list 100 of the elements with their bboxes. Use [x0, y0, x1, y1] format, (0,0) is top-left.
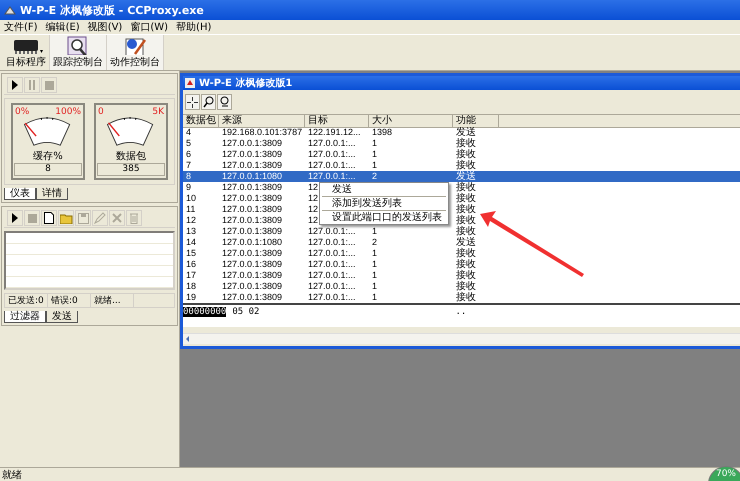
table-cell: 接收 [456, 292, 476, 303]
table-cell: 1 [372, 160, 378, 171]
crosshair-icon [187, 96, 198, 108]
window-title: W-P-E 冰枫修改版 - CCProxy.exe [20, 2, 204, 18]
table-cell: 17 [186, 270, 196, 281]
menu-item[interactable]: 帮助(H) [176, 20, 212, 34]
stop-icon [28, 214, 36, 222]
trash-icon [129, 212, 139, 224]
table-cell: 127.0.0.1:... [308, 226, 356, 237]
tool-button[interactable] [185, 94, 200, 110]
table-cell: 18 [186, 281, 196, 292]
gauge-min: 0 [98, 107, 104, 117]
table-cell: 1 [372, 281, 378, 292]
table-cell: 127.0.0.1:3809 [222, 204, 282, 215]
hex-offset: 00000000 [183, 307, 226, 317]
search-icon [219, 96, 230, 108]
tool-button[interactable] [7, 77, 23, 93]
table-cell: 接收 [456, 138, 476, 149]
table-cell: 1 [372, 292, 378, 303]
percentage-badge: 70% [708, 466, 740, 481]
tool-button[interactable] [217, 94, 232, 110]
app-icon [4, 5, 16, 15]
table-cell: 接收 [456, 226, 476, 237]
play-icon [11, 80, 19, 90]
table-cell: 127.0.0.1:1080 [222, 171, 282, 182]
tab[interactable]: 发送 [46, 311, 78, 323]
tool-button[interactable] [201, 94, 216, 110]
table-cell: 127.0.0.1:3809 [222, 259, 282, 270]
table-cell: 127.0.0.1:3809 [222, 248, 282, 259]
table-cell: 9 [186, 182, 192, 193]
tool-button[interactable] [41, 210, 57, 226]
child-window-title: W-P-E 冰枫修改版1 [199, 76, 292, 90]
table-cell: 接收 [456, 259, 476, 270]
table-cell: 2 [372, 171, 378, 182]
table-cell: 4 [186, 127, 192, 138]
table-cell: 接收 [456, 281, 476, 292]
table-cell: 6 [186, 149, 192, 160]
tab[interactable]: 仪表 [4, 188, 36, 200]
table-cell: 2 [372, 237, 378, 248]
page-icon [44, 212, 54, 224]
toolbar-button[interactable]: 动作控制台 [107, 35, 164, 70]
menu-item[interactable]: 发送 [320, 184, 448, 195]
table-cell: 1 [372, 259, 378, 270]
tab[interactable]: 过滤器 [4, 311, 46, 323]
column-header[interactable]: 目标 [305, 115, 369, 128]
table-cell: 15 [186, 248, 196, 259]
table-cell: 7 [186, 160, 192, 171]
table-cell: 接收 [456, 215, 476, 226]
menu-item[interactable]: 添加到发送列表 [320, 198, 448, 209]
horizontal-scrollbar[interactable] [183, 333, 740, 344]
table-cell: 接收 [456, 270, 476, 281]
toolbar-button[interactable]: 目标程序 [3, 35, 50, 70]
menu-item[interactable]: 设置此端口口的发送列表 [320, 212, 448, 223]
column-header[interactable]: 功能 [453, 115, 499, 128]
toolbar-button[interactable]: 跟踪控制台 [50, 35, 107, 70]
hex-bytes: 05 02 [232, 307, 260, 317]
gauge-value: 8 [14, 163, 82, 176]
table-cell: 5 [186, 138, 192, 149]
table-cell: 14 [186, 237, 196, 248]
menu-item[interactable]: 视图(V) [88, 20, 122, 34]
table-cell: 16 [186, 259, 196, 270]
column-header[interactable]: 数据包 [183, 115, 219, 128]
table-cell: 接收 [456, 160, 476, 171]
menu-item[interactable]: 文件(F) [4, 20, 38, 34]
table-cell: 发送 [456, 127, 476, 138]
gauge-label: 数据包 [116, 150, 146, 163]
menu-item[interactable]: 编辑(E) [46, 20, 80, 34]
table-cell: 接收 [456, 204, 476, 215]
table-cell: 1 [372, 138, 378, 149]
gear-pen-icon [123, 36, 147, 55]
table-cell: 1 [372, 149, 378, 160]
table-cell: 192.168.0.101:3787 [222, 127, 302, 138]
table-cell: 接收 [456, 149, 476, 160]
pause-icon [28, 80, 36, 90]
table-cell: 127.0.0.1:... [308, 171, 356, 182]
table-cell: 12 [308, 193, 318, 204]
tab[interactable]: 详情 [36, 188, 68, 200]
column-header[interactable]: 大小 [369, 115, 453, 128]
table-cell: 13 [186, 226, 196, 237]
table-cell: 19 [186, 292, 196, 303]
table-cell: 127.0.0.1:3809 [222, 193, 282, 204]
table-cell: 127.0.0.1:3809 [222, 138, 282, 149]
table-cell: 127.0.0.1:3809 [222, 160, 282, 171]
table-cell: 127.0.0.1:... [308, 259, 356, 270]
stop-icon [44, 80, 54, 90]
tool-button[interactable] [7, 210, 23, 226]
status-text: 已发送:0 [5, 294, 48, 307]
selected-row[interactable]: 8 127.0.0.1:1080 127.0.0.1:... 2 发送 [183, 171, 740, 182]
table-cell: 1398 [372, 127, 392, 138]
table-cell: 127.0.0.1:... [308, 138, 356, 149]
app-icon [185, 78, 195, 88]
table-cell: 8 [186, 171, 192, 182]
table-cell: 122.191.12... [308, 127, 361, 138]
column-header[interactable]: 来源 [219, 115, 305, 128]
table-cell: 127.0.0.1:3809 [222, 215, 282, 226]
table-cell: 127.0.0.1:3809 [222, 270, 282, 281]
menu-item[interactable]: 窗口(W) [130, 20, 168, 34]
folder-icon [60, 212, 72, 224]
table-cell: 127.0.0.1:... [308, 248, 356, 259]
status-text: 错误:0 [48, 294, 91, 307]
